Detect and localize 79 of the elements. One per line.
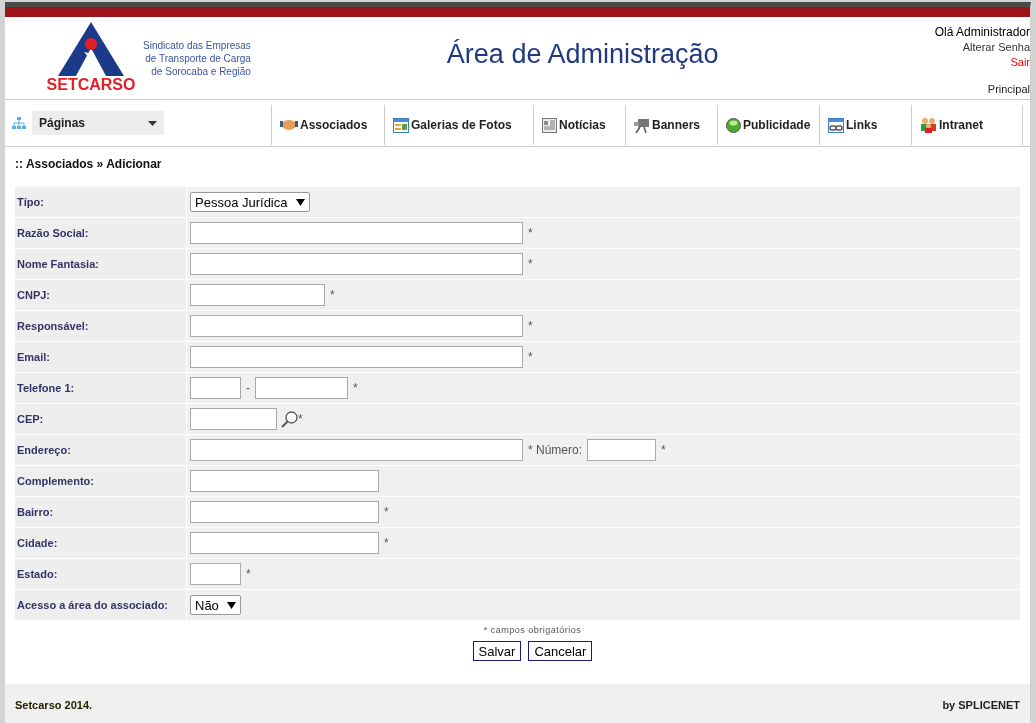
field-label: Email: bbox=[15, 342, 186, 372]
field-note: * bbox=[353, 381, 358, 395]
organization-name-line: Sindicato das Empresas bbox=[143, 39, 251, 52]
field-label: Telefone 1: bbox=[15, 373, 186, 403]
field-label: CNPJ: bbox=[15, 280, 186, 310]
input-field[interactable] bbox=[190, 222, 523, 244]
field-note: * bbox=[384, 536, 389, 550]
field-note: - bbox=[246, 381, 250, 395]
field-note: * bbox=[528, 319, 533, 333]
logout-link[interactable]: Sair bbox=[1010, 55, 1030, 70]
field-note: * bbox=[661, 443, 666, 457]
handshake-icon bbox=[280, 118, 298, 132]
credit-text: by SPLICENET bbox=[942, 699, 1020, 711]
nav-menu-item[interactable]: Banners bbox=[625, 105, 717, 145]
required-fields-note: * campos obrigatórios bbox=[482, 625, 583, 635]
caret-icon bbox=[295, 198, 305, 206]
field-label: Razão Social: bbox=[15, 218, 186, 248]
organization-name-line: de Sorocaba e Região bbox=[151, 65, 251, 78]
input-field[interactable] bbox=[190, 563, 241, 585]
input-field[interactable] bbox=[190, 470, 379, 492]
field-note: * bbox=[528, 350, 533, 364]
projector-icon bbox=[634, 117, 650, 133]
field-label: CEP: bbox=[15, 404, 186, 434]
input-field[interactable] bbox=[190, 408, 277, 430]
field-note: * bbox=[330, 288, 335, 302]
field-label: Cidade: bbox=[15, 528, 186, 558]
field-note: * bbox=[246, 567, 251, 581]
pages-dropdown[interactable]: Páginas bbox=[32, 111, 164, 135]
nav-menu-item[interactable]: Associados bbox=[271, 105, 384, 145]
field-note: * bbox=[528, 226, 533, 240]
input-field[interactable] bbox=[190, 315, 523, 337]
users-icon bbox=[920, 117, 937, 133]
browser-link-icon bbox=[828, 117, 844, 133]
nav-menu-item[interactable]: Publicidade bbox=[717, 105, 819, 145]
triangle-logo-icon bbox=[56, 20, 126, 76]
field-label: Típo: bbox=[15, 187, 186, 217]
input-field[interactable] bbox=[190, 284, 325, 306]
select-field[interactable]: Não bbox=[190, 595, 241, 615]
select-field[interactable]: Pessoa Jurídica bbox=[190, 192, 310, 212]
search-icon[interactable] bbox=[281, 410, 298, 428]
field-note: * bbox=[528, 257, 533, 271]
caret-icon bbox=[226, 601, 236, 609]
organization-name-line: de Transporte de Carga bbox=[145, 52, 251, 65]
nav-menu-item[interactable]: Links bbox=[819, 105, 911, 145]
ball-icon bbox=[726, 117, 741, 133]
field-note: * Número: bbox=[528, 443, 583, 457]
field-note: * bbox=[298, 412, 303, 426]
change-password-link[interactable]: Alterar Senha bbox=[962, 40, 1030, 55]
field-label: Bairro: bbox=[15, 497, 186, 527]
input-field[interactable] bbox=[587, 439, 657, 461]
picture-frame-icon bbox=[393, 117, 409, 133]
field-label: Complemento: bbox=[15, 466, 186, 496]
logo-text: SETCARSO bbox=[46, 76, 136, 94]
form-button[interactable]: Cancelar bbox=[528, 641, 593, 661]
nav-menu-item[interactable]: Notícias bbox=[533, 105, 625, 145]
field-label: Nome Fantasia: bbox=[15, 249, 186, 279]
input-field[interactable] bbox=[190, 501, 379, 523]
field-label: Responsável: bbox=[15, 311, 186, 341]
caret-icon bbox=[148, 120, 157, 126]
greeting-text: Olá Administrador bbox=[934, 24, 1030, 40]
input-field[interactable] bbox=[255, 377, 348, 399]
field-note: * bbox=[384, 505, 389, 519]
copyright-text: Setcarso 2014. bbox=[15, 699, 93, 711]
sitemap-icon bbox=[12, 116, 26, 130]
breadcrumb: :: Associados » Adicionar bbox=[15, 157, 163, 171]
home-link[interactable]: Principal bbox=[987, 82, 1030, 97]
input-field[interactable] bbox=[190, 439, 523, 461]
field-label: Acesso a área do associado: bbox=[15, 590, 186, 620]
nav-menu-item[interactable]: Intranet bbox=[911, 105, 1023, 145]
input-field[interactable] bbox=[190, 377, 241, 399]
input-field[interactable] bbox=[190, 253, 523, 275]
field-label: Estado: bbox=[15, 559, 186, 589]
form-button[interactable]: Salvar bbox=[472, 641, 522, 661]
input-field[interactable] bbox=[190, 532, 379, 554]
page-title: Área de Administração bbox=[446, 39, 719, 70]
nav-menu-item[interactable]: Galerias de Fotos bbox=[384, 105, 533, 145]
input-field[interactable] bbox=[190, 346, 523, 368]
newspaper-icon bbox=[542, 117, 557, 133]
field-label: Endereço: bbox=[15, 435, 186, 465]
